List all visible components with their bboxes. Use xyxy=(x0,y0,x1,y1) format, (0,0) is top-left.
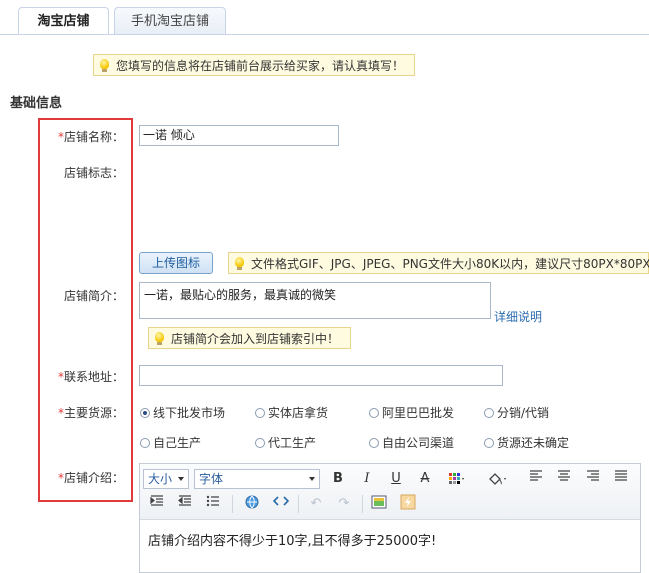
code-icon[interactable] xyxy=(271,494,291,514)
section-title: 基础信息 xyxy=(10,96,63,111)
strikethrough-icon[interactable]: A xyxy=(415,469,435,489)
font-size-select[interactable]: 大小 xyxy=(143,469,189,489)
source-option-alibaba[interactable]: 阿里巴巴批发 xyxy=(369,404,454,421)
lightbulb-icon xyxy=(235,257,244,270)
lightbulb-icon xyxy=(155,332,164,345)
bold-icon[interactable]: B xyxy=(328,469,348,489)
radio-icon[interactable] xyxy=(369,408,379,418)
notice-tip: 您填写的信息将在店铺前台展示给买家，请认真填写！ xyxy=(93,54,415,76)
align-right-icon[interactable] xyxy=(583,469,603,489)
description-label: *店铺介绍： xyxy=(57,471,124,485)
italic-icon[interactable]: I xyxy=(357,469,377,489)
source-label: *主要货源： xyxy=(57,406,124,420)
font-family-select[interactable]: 字体 xyxy=(194,469,320,489)
underline-icon[interactable]: U xyxy=(386,469,406,489)
rich-text-editor[interactable]: 大小 字体 B I U A ↶ ↷ 店铺介绍内容不得少于10字,且不得多于250… xyxy=(139,463,641,573)
editor-toolbar: 大小 字体 B I U A ↶ ↷ xyxy=(140,464,640,520)
insert-flash-icon[interactable] xyxy=(398,494,418,514)
radio-icon[interactable] xyxy=(255,438,265,448)
align-center-icon[interactable] xyxy=(554,469,574,489)
shop-intro-label: 店铺简介： xyxy=(63,289,124,303)
source-option-oem[interactable]: 代工生产 xyxy=(255,434,316,451)
shop-intro-textarea[interactable]: 一诺，最贴心的服务，最真诚的微笑 xyxy=(139,282,491,319)
source-option-self-produce[interactable]: 自己生产 xyxy=(140,434,201,451)
address-label: *联系地址： xyxy=(57,370,124,384)
radio-icon[interactable] xyxy=(369,438,379,448)
upload-logo-button[interactable]: 上传图标 xyxy=(139,252,213,274)
editor-content[interactable]: 店铺介绍内容不得少于10字,且不得多于25000字! xyxy=(148,530,436,549)
list-icon[interactable] xyxy=(203,494,223,514)
source-option-own-channel[interactable]: 自由公司渠道 xyxy=(369,434,454,451)
tab-mobile-taobao-shop[interactable]: 手机淘宝店铺 xyxy=(114,7,226,34)
radio-icon[interactable] xyxy=(255,408,265,418)
shop-name-input[interactable]: 一诺 倾心 xyxy=(139,125,339,146)
background-color-icon[interactable] xyxy=(486,469,506,489)
detail-link[interactable]: 详细说明 xyxy=(494,308,542,325)
shop-name-label: *店铺名称： xyxy=(57,130,124,144)
notice-text: 您填写的信息将在店铺前台展示给买家，请认真填写！ xyxy=(116,59,405,73)
shop-logo-label: 店铺标志： xyxy=(63,166,124,180)
indent-icon[interactable] xyxy=(147,494,167,514)
source-option-undecided[interactable]: 货源还未确定 xyxy=(484,434,569,451)
tab-bar: 淘宝店铺 手机淘宝店铺 xyxy=(0,0,649,35)
toolbar-divider xyxy=(232,495,233,513)
source-option-wholesale-market[interactable]: 线下批发市场 xyxy=(140,404,225,421)
radio-icon[interactable] xyxy=(484,408,494,418)
toolbar-divider xyxy=(362,495,363,513)
justify-icon[interactable] xyxy=(611,469,631,489)
text-color-icon[interactable] xyxy=(446,469,466,489)
address-input[interactable] xyxy=(139,365,503,386)
outdent-icon[interactable] xyxy=(175,494,195,514)
tab-taobao-shop[interactable]: 淘宝店铺 xyxy=(18,7,109,35)
lightbulb-icon xyxy=(100,59,109,72)
toolbar-divider xyxy=(298,495,299,513)
logo-format-tip: 文件格式GIF、JPG、JPEG、PNG文件大小80K以内，建议尺寸80PX*8… xyxy=(228,252,649,274)
align-left-icon[interactable] xyxy=(526,469,546,489)
undo-icon[interactable]: ↶ xyxy=(306,494,326,514)
insert-link-icon[interactable] xyxy=(242,494,262,514)
radio-icon[interactable] xyxy=(484,438,494,448)
radio-icon[interactable] xyxy=(140,438,150,448)
chevron-down-icon xyxy=(178,477,184,481)
radio-icon[interactable] xyxy=(140,408,150,418)
insert-image-icon[interactable] xyxy=(369,494,389,514)
redo-icon[interactable]: ↷ xyxy=(334,494,354,514)
intro-tip: 店铺简介会加入到店铺索引中！ xyxy=(148,327,351,349)
source-option-physical-store[interactable]: 实体店拿货 xyxy=(255,404,328,421)
source-option-distribution[interactable]: 分销/代销 xyxy=(484,404,549,421)
tab-divider xyxy=(0,34,649,35)
chevron-down-icon xyxy=(309,477,315,481)
